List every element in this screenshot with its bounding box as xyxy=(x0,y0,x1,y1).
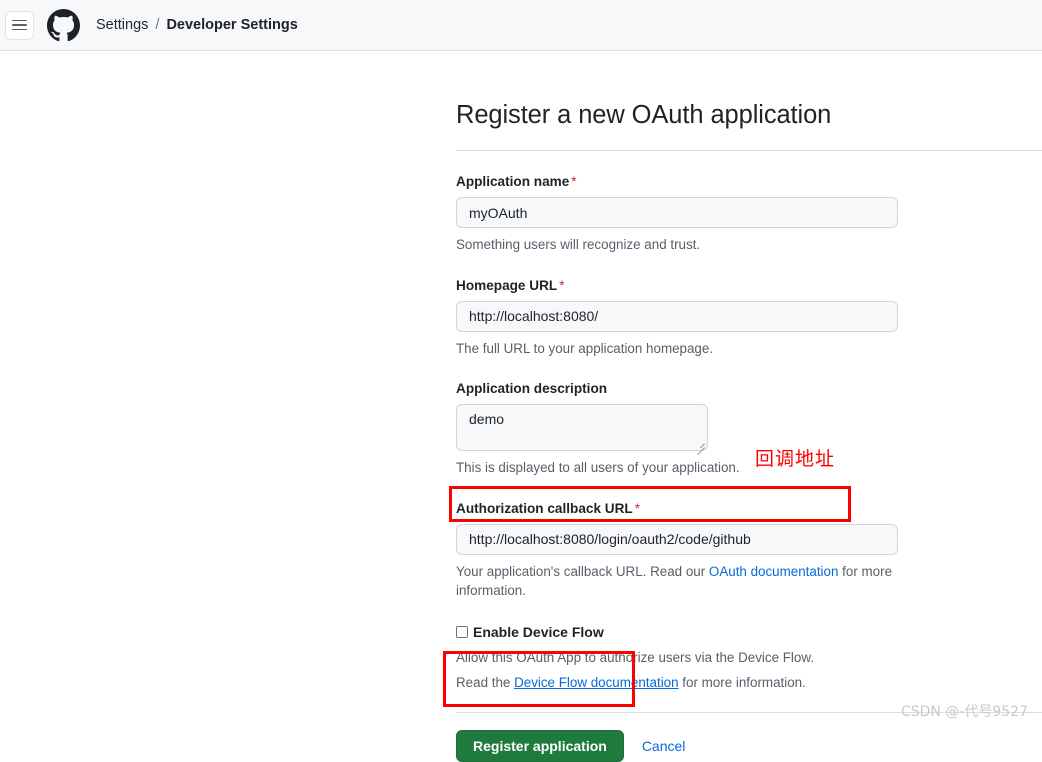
required-marker: * xyxy=(571,174,577,190)
homepage-url-label: Homepage URL * xyxy=(456,277,565,293)
form-column: Application name* Something users will r… xyxy=(456,172,898,694)
enable-device-flow-label[interactable]: Enable Device Flow xyxy=(473,624,604,640)
device-flow-help-prefix: Read the xyxy=(456,675,515,691)
breadcrumb-settings-link[interactable]: Settings xyxy=(96,17,148,33)
authorization-callback-url-help: Your application's callback URL. Read ou… xyxy=(456,562,898,601)
device-flow-help-suffix: for more information. xyxy=(678,675,806,691)
breadcrumb-current: Developer Settings xyxy=(166,17,298,33)
homepage-url-help: The full URL to your application homepag… xyxy=(456,340,714,356)
registration-form: Register a new OAuth application Applica… xyxy=(456,51,1042,762)
application-description-textarea[interactable] xyxy=(456,404,708,452)
application-description-label: Application description xyxy=(456,381,608,397)
breadcrumb-separator: / xyxy=(155,17,160,33)
application-name-label: Application name * xyxy=(456,174,577,190)
required-marker: * xyxy=(634,500,641,516)
application-name-help: Something users will recognize and trust… xyxy=(456,237,701,253)
hamburger-menu-icon[interactable] xyxy=(5,10,34,40)
form-actions: Register application Cancel xyxy=(456,729,1042,762)
application-description-help: This is displayed to all users of your a… xyxy=(456,460,740,476)
application-description-wrapper xyxy=(456,404,708,456)
page-title: Register a new OAuth application xyxy=(456,101,832,129)
callback-help-prefix: Your application's callback URL. Read ou… xyxy=(456,563,709,579)
homepage-url-input[interactable] xyxy=(456,300,898,332)
device-flow-help-line-2: Read the Device Flow documentation for m… xyxy=(456,673,898,694)
application-name-input[interactable] xyxy=(456,197,898,229)
title-divider xyxy=(456,150,1042,152)
actions-divider xyxy=(456,711,1042,713)
enable-device-flow-row[interactable]: Enable Device Flow xyxy=(456,624,898,640)
cancel-link[interactable]: Cancel xyxy=(642,738,686,754)
breadcrumb: Settings / Developer Settings xyxy=(96,17,298,33)
hamburger-bar xyxy=(12,19,27,22)
github-logo-icon[interactable] xyxy=(47,8,80,42)
device-flow-documentation-link[interactable]: Device Flow documentation xyxy=(514,675,679,690)
hamburger-bar xyxy=(12,28,27,31)
required-marker: * xyxy=(559,277,565,293)
app-header: Settings / Developer Settings xyxy=(0,0,1042,51)
authorization-callback-url-input[interactable] xyxy=(456,523,898,555)
authorization-callback-url-label: Authorization callback URL * xyxy=(456,500,641,516)
oauth-documentation-link[interactable]: OAuth documentation xyxy=(709,564,839,579)
hamburger-bar xyxy=(12,24,27,26)
device-flow-help-line-1: Allow this OAuth App to authorize users … xyxy=(456,650,815,666)
register-application-button[interactable]: Register application xyxy=(456,729,624,762)
enable-device-flow-checkbox[interactable] xyxy=(456,626,468,639)
